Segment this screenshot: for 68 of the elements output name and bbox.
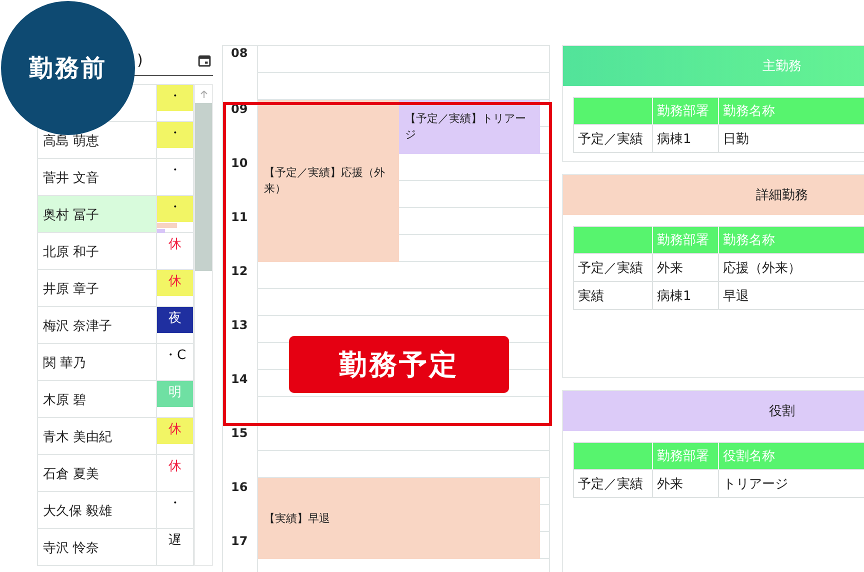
table-cell: 外来 — [652, 254, 718, 282]
staff-row[interactable]: 大久保 毅雄 ・ — [37, 492, 194, 529]
staff-row[interactable]: 木原 碧 明 — [37, 381, 194, 418]
column-header: 勤務部署 — [652, 98, 718, 124]
shift-badge: ・ — [157, 122, 193, 148]
staff-name: 寺沢 怜奈 — [42, 540, 100, 558]
staff-name: 青木 美由紀 — [42, 429, 114, 447]
table-cell: 予定／実績 — [574, 124, 652, 152]
panel-header: 詳細勤務 — [563, 175, 864, 215]
staff-row[interactable]: 青木 美由紀 休 — [37, 418, 194, 455]
staff-name: 菅井 文音 — [42, 170, 100, 188]
hour-label: 12 — [231, 264, 248, 278]
hour-label: 17 — [231, 534, 248, 548]
table-cell: 病棟1 — [652, 124, 718, 152]
table-cell: 外来 — [652, 470, 718, 498]
panel-header: 役割 — [563, 391, 864, 431]
column-header: 役割名称 — [718, 442, 864, 470]
hour-label: 08 — [231, 46, 248, 60]
staff-name: 奥村 冨子 — [42, 207, 100, 225]
panel-header: 主勤務 — [563, 46, 864, 86]
shift-badge: 明 — [157, 381, 193, 407]
staff-name: 石倉 夏美 — [42, 466, 100, 484]
table-cell: トリアージ — [718, 470, 864, 498]
table-cell: 病棟1 — [652, 282, 718, 310]
staff-row[interactable]: 井原 章子 休 — [37, 270, 194, 307]
table-cell: 日勤 — [718, 124, 864, 152]
stage-label-tooltip: 勤務前 — [1, 1, 135, 135]
shift-badge: 休 — [157, 270, 193, 296]
staff-name: 高島 萌恵 — [42, 133, 100, 151]
hour-label: 15 — [231, 426, 248, 440]
staff-row[interactable]: 奥村 冨子 ・ — [37, 196, 194, 233]
scrollbar[interactable] — [194, 84, 213, 566]
staff-name: 北原 和子 — [42, 244, 100, 262]
shift-badge: 夜 — [157, 307, 193, 333]
column-header: 勤務部署 — [652, 226, 718, 254]
staff-name: 木原 碧 — [42, 392, 88, 410]
table-cell: 予定／実績 — [574, 470, 652, 498]
hour-label: 11 — [231, 210, 248, 224]
hour-label: 14 — [231, 372, 248, 386]
hour-label: 10 — [231, 156, 248, 170]
hour-label: 13 — [231, 318, 248, 332]
schedule-event[interactable]: 【実績】早退 — [258, 478, 540, 559]
schedule-event[interactable]: 【予定／実績】応援（外来） — [258, 100, 399, 262]
shift-badge: ・ — [157, 196, 193, 222]
table-cell: 実績 — [574, 282, 652, 310]
staff-row[interactable]: 高島 萌恵 ・ — [37, 122, 194, 159]
staff-row[interactable]: 関 華乃 ・C — [37, 344, 194, 381]
scroll-up-icon[interactable] — [198, 89, 208, 99]
shift-badge: 休 — [157, 418, 193, 444]
calendar-icon[interactable] — [198, 54, 211, 66]
date-field-text: ) — [137, 51, 143, 69]
table-cell: 応援（外来） — [718, 254, 864, 282]
column-header: 勤務名称 — [718, 226, 864, 254]
shift-badge: ・ — [157, 85, 193, 111]
staff-row[interactable]: 北原 和子 休 — [37, 233, 194, 270]
staff-name: 井原 章子 — [42, 281, 100, 299]
callout-label: 勤務予定 — [289, 336, 509, 393]
table-cell: 予定／実績 — [574, 254, 652, 282]
staff-name: 大久保 毅雄 — [42, 503, 114, 521]
staff-row[interactable]: 石倉 夏美 休 — [37, 455, 194, 492]
staff-row[interactable]: 梅沢 奈津子 夜 — [37, 307, 194, 344]
column-header: 勤務名称 — [718, 98, 864, 124]
column-header: 勤務部署 — [652, 442, 718, 470]
hour-label: 16 — [231, 480, 248, 494]
staff-row[interactable]: 寺沢 怜奈 遅 — [37, 529, 194, 566]
staff-name: 梅沢 奈津子 — [42, 318, 114, 336]
schedule-event[interactable]: 【予定／実績】トリアージ — [399, 100, 540, 154]
staff-name: 関 華乃 — [42, 355, 88, 373]
